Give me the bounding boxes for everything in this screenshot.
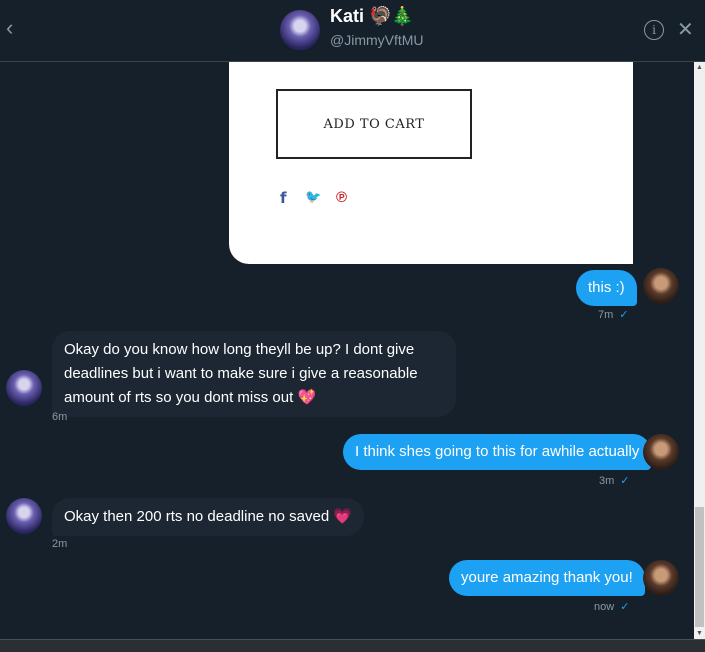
message-time: 2m bbox=[52, 538, 68, 550]
add-to-cart-button[interactable]: ADD TO CART bbox=[276, 89, 472, 159]
avatar[interactable] bbox=[6, 498, 42, 534]
avatar[interactable] bbox=[643, 268, 679, 304]
read-check-icon: ✓ bbox=[620, 601, 630, 613]
message-meta: 7m ✓ bbox=[598, 308, 629, 321]
message-time: 3m bbox=[599, 475, 615, 487]
contact-name: Kati 🦃🎄 bbox=[330, 6, 414, 26]
avatar[interactable] bbox=[643, 560, 679, 596]
message-bubble-in[interactable]: Okay do you know how long theyll be up? … bbox=[52, 331, 456, 417]
message-bubble-out[interactable]: youre amazing thank you! bbox=[449, 560, 645, 596]
message-bubble-out[interactable]: I think shes going to this for awhile ac… bbox=[343, 434, 652, 470]
facebook-icon[interactable]: f bbox=[280, 189, 287, 207]
back-icon[interactable]: ‹ bbox=[6, 14, 26, 42]
conversation-header: ‹ Kati 🦃🎄 @JimmyVftMU i ✕ bbox=[0, 0, 705, 62]
avatar[interactable] bbox=[643, 434, 679, 470]
close-icon[interactable]: ✕ bbox=[677, 17, 694, 42]
twitter-icon[interactable]: 🐦 bbox=[305, 189, 321, 205]
contact-handle: @JimmyVftMU bbox=[330, 32, 424, 48]
info-icon[interactable]: i bbox=[644, 20, 664, 40]
window-bottom-edge bbox=[0, 639, 705, 652]
message-time: now bbox=[594, 601, 615, 613]
message-time: 6m bbox=[52, 411, 68, 423]
scrollbar[interactable]: ▲ ▼ bbox=[694, 62, 705, 639]
message-list[interactable]: ADD TO CART f 🐦 ℗ this :) 7m ✓ Okay do yo… bbox=[0, 62, 694, 639]
message-bubble-in[interactable]: Okay then 200 rts no deadline no saved 💗 bbox=[52, 498, 365, 536]
read-check-icon: ✓ bbox=[619, 309, 629, 321]
avatar[interactable] bbox=[6, 370, 42, 406]
message-time: 7m bbox=[598, 309, 614, 321]
message-meta: 3m ✓ bbox=[599, 474, 630, 487]
message-bubble-out[interactable]: this :) bbox=[576, 270, 637, 306]
scroll-up-icon[interactable]: ▲ bbox=[694, 62, 705, 73]
scroll-down-icon[interactable]: ▼ bbox=[694, 628, 705, 639]
scrollbar-thumb[interactable] bbox=[695, 507, 704, 627]
pinterest-icon[interactable]: ℗ bbox=[336, 189, 347, 206]
read-check-icon: ✓ bbox=[620, 475, 630, 487]
shared-image-card[interactable]: ADD TO CART f 🐦 ℗ bbox=[229, 62, 633, 264]
message-meta: now ✓ bbox=[594, 600, 629, 613]
avatar[interactable] bbox=[280, 10, 320, 50]
